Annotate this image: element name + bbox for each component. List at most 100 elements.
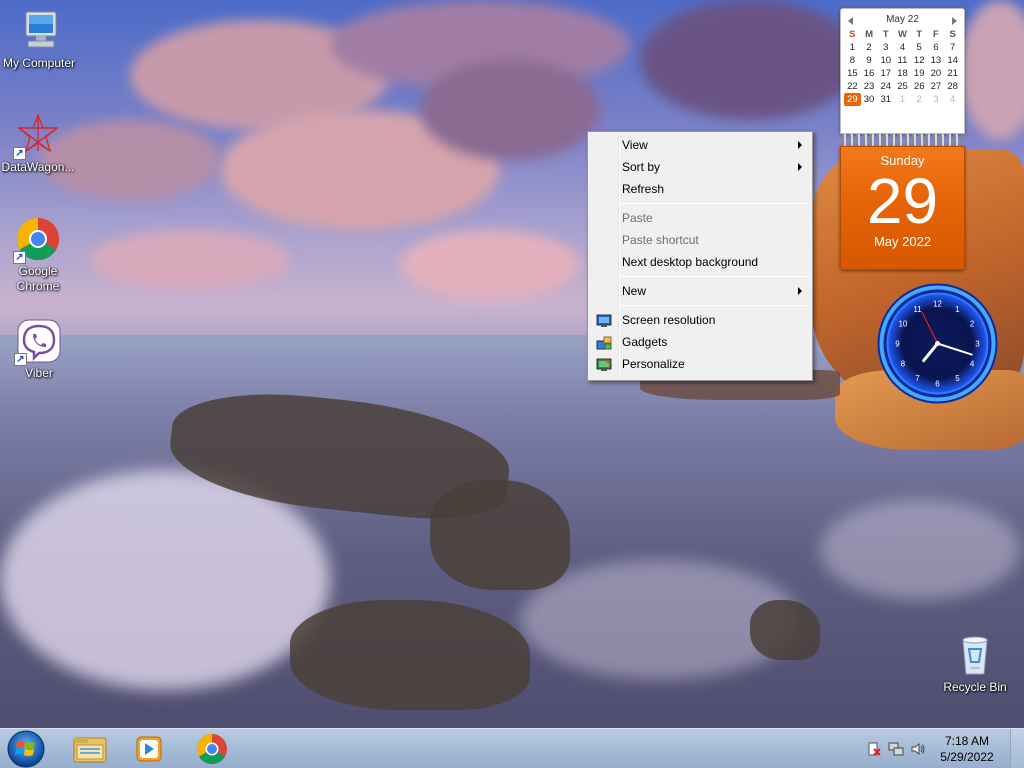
desktop-icon-label: My Computer	[2, 56, 76, 70]
wallpaper-foam	[820, 500, 1020, 600]
calendar-day-cell[interactable]: 23	[861, 80, 878, 93]
action-center-icon[interactable]	[866, 741, 882, 757]
datawagon-icon: ↗	[13, 112, 61, 160]
wallpaper-foam	[0, 470, 330, 690]
system-clock[interactable]: 7:18 AM 5/29/2022	[932, 733, 1002, 765]
clock-numeral: 1	[955, 305, 960, 314]
calendar-day-cell[interactable]: 19	[911, 67, 928, 80]
menu-item-new[interactable]: New	[590, 280, 810, 302]
desktop-icon-viber[interactable]: ↗ Viber	[1, 318, 77, 381]
media-player-icon	[136, 736, 162, 762]
calendar-day-cell[interactable]: 2	[861, 41, 878, 54]
calendar-day-cell[interactable]: 27	[928, 80, 945, 93]
calendar-day-cell[interactable]: 26	[911, 80, 928, 93]
clock-numeral: 4	[970, 360, 975, 369]
taskbar-explorer-button[interactable]	[62, 731, 118, 767]
clock-gadget[interactable]: 12 1 2 3 4 5 6 7 8 9 10 11	[876, 282, 999, 405]
calendar-day-view[interactable]: Sunday 29 May 2022	[840, 146, 965, 270]
wallpaper-cloud	[90, 230, 290, 290]
calendar-day-number: 29	[866, 165, 939, 237]
wallpaper-cloud	[400, 230, 580, 300]
calendar-day-cell[interactable]: 5	[911, 41, 928, 54]
menu-item-screen-resolution[interactable]: Screen resolution	[590, 309, 810, 331]
calendar-day-cell[interactable]: 18	[894, 67, 911, 80]
clock-numeral: 2	[970, 320, 975, 329]
desktop-icon-datawagon[interactable]: ↗ DataWagon...	[0, 112, 76, 175]
desktop-context-menu: View Sort by Refresh Paste Paste shortcu…	[587, 131, 813, 381]
desktop-icon-label: DataWagon...	[1, 160, 75, 174]
calendar-day-cell[interactable]: 20	[928, 67, 945, 80]
calendar-weekday-header: T	[882, 29, 889, 40]
menu-item-paste: Paste	[590, 207, 810, 229]
calendar-day-cell[interactable]: 9	[861, 54, 878, 67]
menu-item-refresh[interactable]: Refresh	[590, 178, 810, 200]
previous-month-icon[interactable]	[848, 17, 853, 25]
calendar-day-cell[interactable]: 3	[877, 41, 894, 54]
menu-item-personalize[interactable]: Personalize	[590, 353, 810, 375]
calendar-day-cell[interactable]: 10	[877, 54, 894, 67]
menu-item-gadgets[interactable]: Gadgets	[590, 331, 810, 353]
calendar-day-cell[interactable]: 11	[894, 54, 911, 67]
menu-item-next-desktop-background[interactable]: Next desktop background	[590, 251, 810, 273]
system-date: 5/29/2022	[940, 750, 994, 764]
calendar-spiral-binding	[842, 134, 963, 146]
calendar-day-cell[interactable]: 6	[928, 41, 945, 54]
calendar-day-cell[interactable]: 12	[911, 54, 928, 67]
calendar-day-cell[interactable]: 1	[894, 93, 911, 106]
calendar-day-cell[interactable]: 3	[928, 93, 945, 106]
calendar-day-cell[interactable]: 25	[894, 80, 911, 93]
calendar-day-cell[interactable]: 15	[844, 67, 861, 80]
menu-item-sort-by[interactable]: Sort by	[590, 156, 810, 178]
taskbar-chrome-button[interactable]	[184, 731, 240, 767]
clock-numeral: 8	[901, 360, 906, 369]
windows-logo-icon	[7, 730, 45, 768]
calendar-day-cell[interactable]: 28	[944, 80, 961, 93]
desktop-icon-google-chrome[interactable]: ↗ Google Chrome	[0, 216, 76, 294]
calendar-day-cell[interactable]: 13	[928, 54, 945, 67]
menu-item-label: Personalize	[622, 357, 685, 371]
calendar-day-cell[interactable]: 16	[861, 67, 878, 80]
clock-numeral: 3	[975, 340, 980, 349]
shortcut-arrow-icon: ↗	[14, 353, 27, 366]
calendar-day-cell[interactable]: 21	[944, 67, 961, 80]
wallpaper-cloud	[960, 0, 1024, 140]
desktop-icon-recycle-bin[interactable]: Recycle Bin	[937, 632, 1013, 695]
calendar-day-cell[interactable]: 4	[894, 41, 911, 54]
chrome-icon: ↗	[13, 216, 61, 264]
calendar-day-cell[interactable]: 1	[844, 41, 861, 54]
calendar-day-cell[interactable]: 22	[844, 80, 861, 93]
calendar-day-cell[interactable]: 14	[944, 54, 961, 67]
taskbar-media-player-button[interactable]	[120, 731, 176, 767]
clock-face: 121234567891011	[877, 283, 998, 404]
calendar-day-cell[interactable]: 8	[844, 54, 861, 67]
wallpaper-rock	[430, 480, 570, 590]
calendar-day-cell[interactable]: 7	[944, 41, 961, 54]
next-month-icon[interactable]	[952, 17, 957, 25]
calendar-today-cell[interactable]: 29	[844, 93, 861, 106]
calendar-day-cell[interactable]: 2	[911, 93, 928, 106]
calendar-month-title: May 22	[886, 14, 919, 25]
calendar-day-cell[interactable]: 30	[861, 93, 878, 106]
desktop-icon-label: Google Chrome	[16, 264, 60, 293]
volume-icon[interactable]	[910, 741, 926, 757]
calendar-day-cell[interactable]: 4	[944, 93, 961, 106]
clock-numeral: 11	[913, 305, 922, 314]
menu-separator	[620, 203, 808, 204]
calendar-weekday-header: W	[898, 29, 907, 40]
start-button[interactable]	[4, 730, 48, 768]
menu-item-view[interactable]: View	[590, 134, 810, 156]
show-desktop-button[interactable]	[1010, 729, 1024, 768]
menu-item-paste-shortcut: Paste shortcut	[590, 229, 810, 251]
calendar-gadget[interactable]: May 22 S M T W T F S 1 2 3 4 5 6 7 8 9 10 11 12 13 14 15 16 17 1…	[840, 8, 965, 270]
system-time: 7:18 AM	[944, 734, 990, 748]
calendar-day-cell[interactable]: 17	[877, 67, 894, 80]
calendar-day-cell[interactable]: 24	[877, 80, 894, 93]
menu-item-label: New	[622, 284, 647, 298]
gadgets-icon	[596, 335, 612, 350]
calendar-day-cell[interactable]: 31	[877, 93, 894, 106]
clock-numeral: 7	[915, 374, 920, 383]
network-icon[interactable]	[888, 741, 904, 757]
menu-separator	[620, 276, 808, 277]
menu-item-label: Gadgets	[622, 335, 668, 349]
desktop-icon-my-computer[interactable]: My Computer	[1, 8, 77, 71]
